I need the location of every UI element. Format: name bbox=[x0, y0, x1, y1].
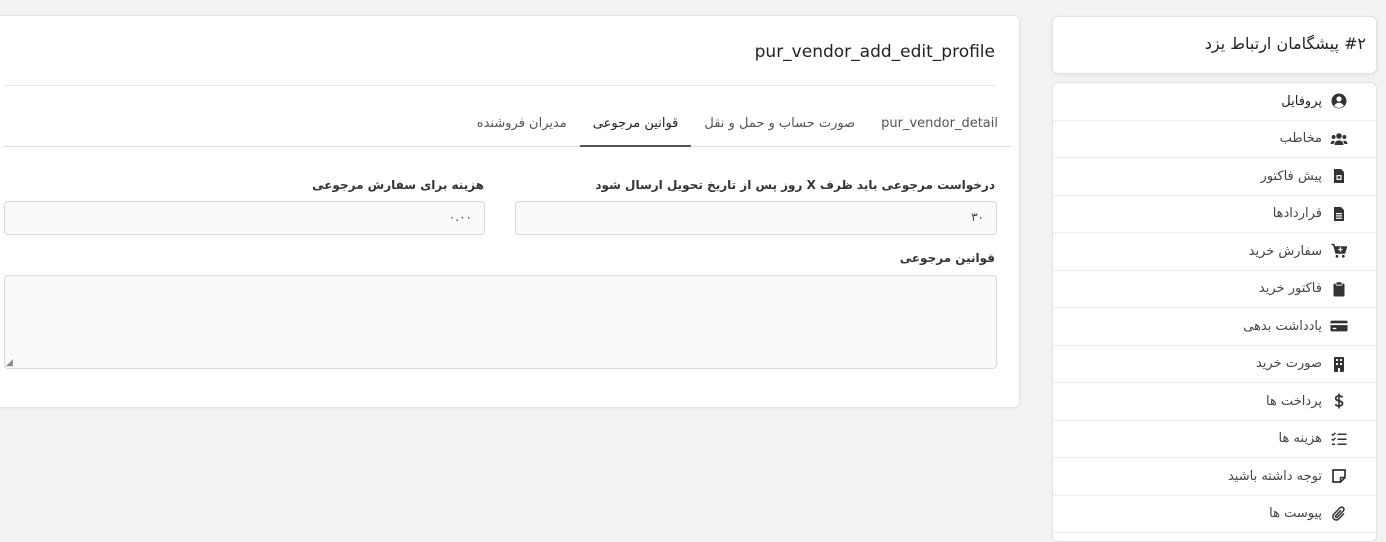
cart-plus-icon bbox=[1330, 242, 1348, 260]
sidebar-item-label: قراردادها bbox=[1272, 206, 1322, 222]
sidebar-item-contacts[interactable]: مخاطب bbox=[1053, 121, 1376, 158]
sidebar-item-label: مخاطب bbox=[1279, 131, 1322, 147]
main-card: pur_vendor_add_edit_profile pur_vendor_d… bbox=[0, 15, 1020, 408]
sidebar-item-contracts[interactable]: قراردادها bbox=[1053, 196, 1376, 233]
sidebar-item-label: توجه داشته باشید bbox=[1227, 468, 1322, 484]
sidebar-item-notes[interactable]: توجه داشته باشید bbox=[1053, 458, 1376, 496]
sidebar-item-label: فاکتور خرید bbox=[1258, 281, 1322, 297]
sidebar-item-purchase-statement[interactable]: صورت خرید bbox=[1053, 346, 1376, 383]
users-icon bbox=[1330, 130, 1348, 148]
sidebar-item-label: پیوست ها bbox=[1269, 506, 1322, 522]
user-circle-icon bbox=[1330, 92, 1348, 110]
list-check-icon bbox=[1330, 430, 1348, 448]
sticky-note-icon bbox=[1330, 467, 1348, 485]
return-days-input[interactable]: ۳۰ bbox=[515, 201, 997, 235]
vendor-header-card: #۲ پیشگامان ارتباط یزد bbox=[1052, 16, 1377, 74]
sidebar-item-payments[interactable]: پرداخت ها bbox=[1053, 383, 1376, 421]
sidebar-item-purchase-invoice[interactable]: فاکتور خرید bbox=[1053, 271, 1376, 308]
tab-billing-shipping[interactable]: صورت حساب و حمل و نقل bbox=[691, 109, 868, 147]
return-days-label: درخواست مرجوعی باید ظرف X روز پس از تاری… bbox=[595, 178, 995, 192]
sidebar-item-label: پیش فاکتور bbox=[1260, 168, 1322, 184]
return-policy-label: قوانین مرجوعی bbox=[899, 251, 995, 265]
vendor-name-title: #۲ پیشگامان ارتباط یزد bbox=[1204, 34, 1366, 53]
sidebar-item-profile[interactable]: پروفایل bbox=[1053, 83, 1376, 121]
return-policy-textarea[interactable] bbox=[4, 275, 997, 369]
tab-return-policies[interactable]: قوانین مرجوعی bbox=[579, 109, 692, 147]
clipboard-icon bbox=[1330, 280, 1348, 298]
sidebar-item-debit-note[interactable]: یادداشت بدهی bbox=[1053, 308, 1376, 346]
tab-bar: pur_vendor_detail صورت حساب و حمل و نقل … bbox=[3, 109, 1011, 147]
sidebar-menu: پروفایل مخاطب پیش فاکتور قراردادها سفارش… bbox=[1052, 82, 1377, 542]
paperclip-icon bbox=[1330, 505, 1348, 523]
textarea-resize-handle[interactable]: ◢ bbox=[6, 359, 14, 368]
sidebar-item-label: سفارش خرید bbox=[1248, 243, 1322, 259]
page-title: pur_vendor_add_edit_profile bbox=[754, 42, 995, 62]
file-invoice-icon bbox=[1330, 167, 1348, 185]
tab-vendor-admins[interactable]: مدیران فروشنده bbox=[464, 109, 580, 147]
sidebar-item-attachments[interactable]: پیوست ها bbox=[1053, 496, 1376, 533]
sidebar-item-label: پروفایل bbox=[1281, 93, 1322, 109]
sidebar-item-expenses[interactable]: هزینه ها bbox=[1053, 421, 1376, 458]
dollar-icon bbox=[1330, 392, 1348, 410]
return-fee-label: هزینه برای سفارش مرجوعی bbox=[312, 178, 484, 192]
file-text-icon bbox=[1330, 205, 1348, 223]
sidebar-item-label: صورت خرید bbox=[1255, 356, 1322, 372]
title-divider bbox=[5, 85, 995, 86]
sidebar-item-label: یادداشت بدهی bbox=[1243, 318, 1322, 334]
sidebar-item-purchase-order[interactable]: سفارش خرید bbox=[1053, 233, 1376, 271]
building-icon bbox=[1330, 355, 1348, 373]
tab-vendor-detail[interactable]: pur_vendor_detail bbox=[868, 109, 1011, 147]
credit-card-icon bbox=[1330, 317, 1348, 335]
sidebar-item-label: پرداخت ها bbox=[1266, 393, 1322, 409]
sidebar-item-estimate[interactable]: پیش فاکتور bbox=[1053, 158, 1376, 196]
sidebar-item-label: هزینه ها bbox=[1278, 431, 1323, 447]
return-fee-input[interactable]: ۰.۰۰ bbox=[4, 201, 485, 235]
